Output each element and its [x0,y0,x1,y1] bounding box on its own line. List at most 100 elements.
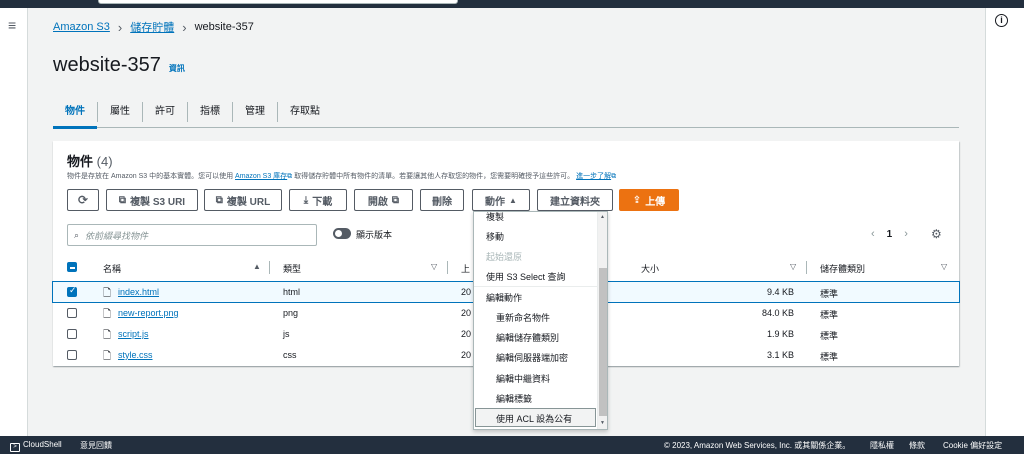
privacy-link[interactable]: 隱私權 [870,440,894,451]
objects-description: 物件是存放在 Amazon S3 中的基本實體。您可以使用 Amazon S3 … [67,171,616,181]
cookie-preferences-link[interactable]: Cookie 偏好設定 [943,440,1002,451]
create-folder-button[interactable]: 建立資料夾 [537,189,613,211]
sort-ascending-icon[interactable]: ▲ [253,262,261,271]
copy-s3-uri-label: 複製 S3 URI [130,196,186,208]
object-name-link[interactable]: style.css [118,350,153,360]
actions-dropdown-button[interactable]: 動作 ▲ [472,189,530,211]
object-modified: 20 [461,308,472,318]
menu-item-edit-metadata[interactable]: 編輯中繼資料 [496,372,550,385]
info-icon[interactable]: i [995,14,1008,27]
scroll-up-icon[interactable]: ▲ [600,214,605,220]
sort-icon[interactable]: ▽ [941,262,947,271]
object-type: png [283,308,299,318]
actions-label: 動作 [485,196,506,208]
menu-item-edit-storage-class[interactable]: 編輯儲存體類別 [496,331,559,344]
menu-item-rename[interactable]: 重新命名物件 [496,311,550,324]
menu-item-copy[interactable]: 複製 [486,212,504,223]
row-checkbox[interactable] [67,308,77,318]
breadcrumb-amazon-s3[interactable]: Amazon S3 [53,21,110,33]
copyright-text: © 2023, Amazon Web Services, Inc. 或其關係企業… [664,441,851,450]
object-name-link[interactable]: script.js [118,329,149,339]
page-number[interactable]: 1 [887,229,893,240]
select-all-checkbox[interactable] [67,262,77,272]
delete-button[interactable]: 刪除 [420,189,464,211]
menu-item-edit-encryption[interactable]: 編輯伺服器端加密 [496,351,568,364]
menu-item-move[interactable]: 移動 [486,230,504,243]
open-button[interactable]: 開啟 ⧉ [354,189,413,211]
objects-heading: 物件 (4) [67,151,113,170]
scroll-down-icon[interactable]: ▼ [600,420,605,426]
terminal-icon: > [10,443,20,452]
object-type: css [283,350,297,360]
row-checkbox[interactable] [67,285,77,297]
menu-item-s3-select[interactable]: 使用 S3 Select 查詢 [486,270,566,283]
object-storage-class: 標準 [820,289,839,299]
chevron-left-icon[interactable]: ‹ [871,228,875,240]
chevron-right-icon: › [182,19,187,35]
upload-label: 上傳 [645,196,666,208]
actions-menu: 複製 移動 起始還原 使用 S3 Select 查詢 編輯動作 重新命名物件 編… [473,211,608,430]
download-button[interactable]: ⤓ 下載 [289,189,347,211]
column-last-modified[interactable]: 上 [461,262,470,275]
column-divider [447,261,448,274]
menu-item-make-public-acl[interactable]: 使用 ACL 設為公有 [496,412,572,425]
tab-access-points[interactable]: 存取點 [278,102,332,122]
object-name-link[interactable]: index.html [118,287,159,297]
object-size: 9.4 KB [766,287,794,297]
column-divider [806,261,807,274]
row-checkbox[interactable] [67,350,77,360]
column-storage-class[interactable]: 儲存體類別 [820,262,865,275]
cloudshell-button[interactable]: > CloudShell [10,440,62,452]
menu-scrollbar[interactable]: ▲ ▼ [597,212,607,429]
create-folder-label: 建立資料夾 [550,196,600,208]
menu-icon[interactable]: ≡ [8,18,16,32]
download-label: 下載 [312,196,333,208]
bucket-tabs: 物件 屬性 許可 指標 管理 存取點 [53,96,959,129]
chevron-right-icon[interactable]: › [904,228,908,240]
tab-properties[interactable]: 屬性 [98,101,143,122]
objects-heading-label: 物件 [67,154,94,169]
global-search-input[interactable] [98,0,458,4]
learn-more-link[interactable]: 進一步了解 [576,173,611,180]
file-icon: 🗋 [103,351,112,362]
object-search-input[interactable]: ⌕ 依前綴尋找物件 [67,224,317,246]
breadcrumb-buckets[interactable]: 儲存貯體 [130,19,174,35]
menu-item-initiate-restore: 起始還原 [486,252,523,262]
tab-metrics[interactable]: 指標 [188,101,233,122]
gear-icon[interactable]: ⚙ [931,227,942,241]
menu-item-edit-tags[interactable]: 編輯標籤 [496,392,532,405]
pagination: ‹ 1 › [871,228,908,240]
menu-group-edit-actions: 編輯動作 [486,293,523,303]
copy-s3-uri-button[interactable]: ⧉ 複製 S3 URI [106,189,198,211]
sort-icon[interactable]: ▽ [431,262,437,271]
tab-management[interactable]: 管理 [233,101,278,122]
tab-objects[interactable]: 物件 [53,101,98,129]
file-icon: 🗋 [103,288,112,299]
feedback-link[interactable]: 意見回饋 [80,440,112,451]
inventory-link[interactable]: Amazon S3 庫存 [235,173,287,180]
sort-icon[interactable]: ▽ [790,262,796,271]
file-icon: 🗋 [103,309,112,320]
delete-label: 刪除 [432,196,452,208]
column-name[interactable]: 名稱 [103,262,121,275]
breadcrumb: Amazon S3 › 儲存貯體 › website-357 [53,19,254,35]
object-storage-class: 標準 [820,352,839,362]
copy-url-label: 複製 URL [226,196,271,208]
info-link[interactable]: 資訊 [169,63,185,74]
tab-permissions[interactable]: 許可 [143,101,188,122]
show-versions-toggle[interactable] [333,228,351,239]
search-placeholder: 依前綴尋找物件 [85,230,149,241]
terms-link[interactable]: 條款 [909,440,925,451]
page-title: website-357 資訊 [53,54,185,77]
column-type[interactable]: 類型 [283,262,301,275]
column-size[interactable]: 大小 [641,262,659,275]
copy-url-button[interactable]: ⧉ 複製 URL [204,189,282,211]
scrollbar-thumb[interactable] [599,268,607,416]
chevron-right-icon: › [117,19,123,35]
refresh-button[interactable]: ⟳ [67,189,99,211]
row-checkbox[interactable] [67,329,77,339]
object-name-link[interactable]: new-report.png [118,308,179,318]
search-icon: ⌕ [74,229,80,240]
upload-button[interactable]: ⇪ 上傳 [619,189,679,211]
object-type: js [283,329,290,339]
